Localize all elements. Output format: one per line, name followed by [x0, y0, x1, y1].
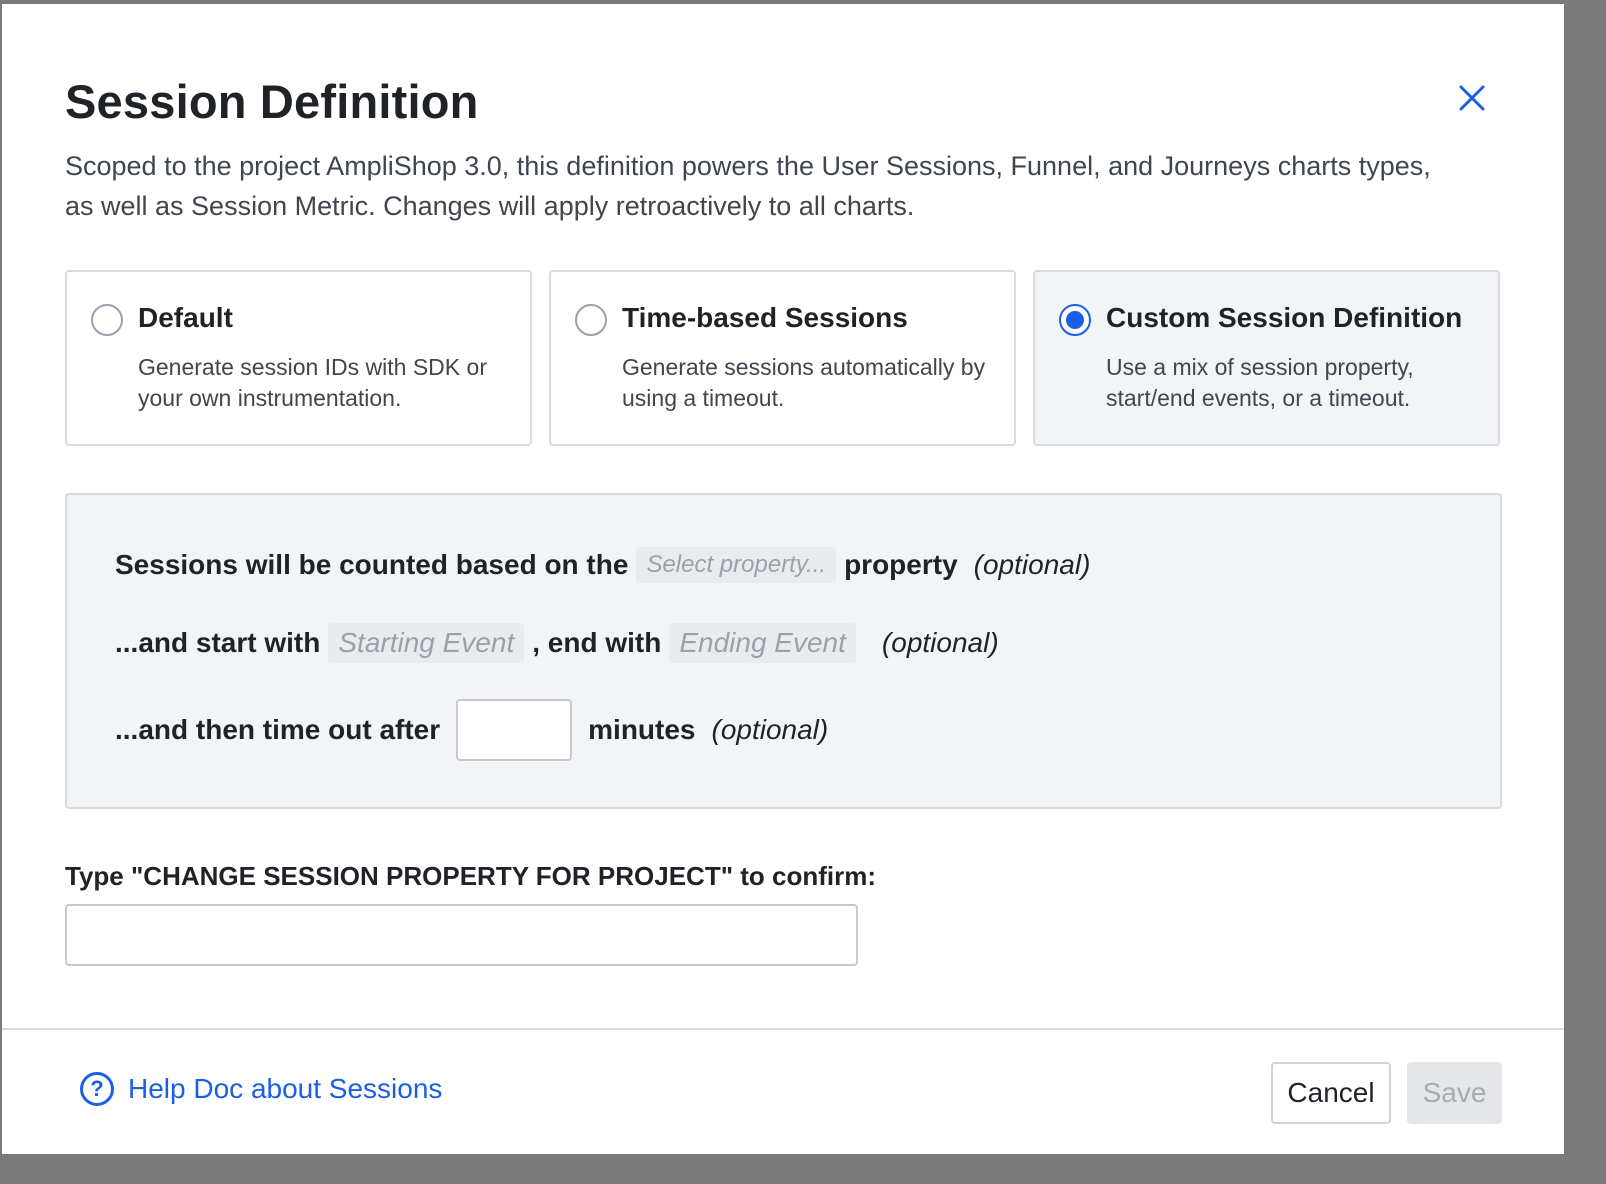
option-title: Default [138, 302, 233, 333]
close-button[interactable] [1452, 78, 1492, 118]
option-default[interactable]: Default Generate session IDs with SDK or… [65, 270, 532, 446]
timeout-row: ...and then time out after minutes (opti… [115, 699, 828, 761]
session-type-options: Default Generate session IDs with SDK or… [65, 270, 1502, 446]
close-icon [1459, 85, 1485, 111]
footer-divider [2, 1028, 1564, 1030]
confirm-input[interactable] [65, 904, 858, 966]
optional-tag: (optional) [881, 627, 999, 658]
timeout-minutes-input[interactable] [456, 699, 573, 761]
radio-time-based[interactable] [575, 304, 607, 336]
help-link-label: Help Doc about Sessions [128, 1073, 443, 1104]
option-title: Custom Session Definition [1106, 302, 1463, 333]
property-select[interactable]: Select property... [636, 547, 837, 583]
row-label: ...and then time out after [115, 714, 441, 745]
row-label: property [844, 549, 958, 580]
optional-tag: (optional) [711, 714, 829, 745]
custom-config-panel: Sessions will be counted based on the Se… [65, 493, 1502, 809]
option-description: Use a mix of session property, start/end… [1106, 354, 1414, 411]
radio-custom[interactable] [1059, 304, 1091, 336]
question-circle-icon: ? [80, 1072, 114, 1106]
row-label: minutes [588, 714, 696, 745]
option-time-based[interactable]: Time-based Sessions Generate sessions au… [549, 270, 1016, 446]
option-description: Generate session IDs with SDK or your ow… [138, 354, 487, 411]
session-definition-modal: Session Definition Scoped to the project… [2, 4, 1564, 1154]
help-doc-link[interactable]: ? Help Doc about Sessions [80, 1072, 442, 1106]
option-title: Time-based Sessions [622, 302, 908, 333]
row-label: , end with [532, 627, 662, 658]
ending-event-select[interactable]: Ending Event [669, 623, 856, 663]
option-description: Generate sessions automatically by using… [622, 354, 986, 411]
row-label: ...and start with [115, 627, 321, 658]
radio-default[interactable] [91, 304, 123, 336]
cancel-button[interactable]: Cancel [1271, 1062, 1391, 1124]
starting-event-select[interactable]: Starting Event [328, 623, 525, 663]
modal-description: Scoped to the project AmpliShop 3.0, thi… [65, 151, 1431, 221]
events-row: ...and start with Starting Event , end w… [115, 619, 999, 667]
confirm-label: Type "CHANGE SESSION PROPERTY FOR PROJEC… [65, 861, 877, 891]
modal-title: Session Definition [65, 75, 479, 128]
row-label: Sessions will be counted based on the [115, 549, 629, 580]
save-button[interactable]: Save [1407, 1062, 1502, 1124]
optional-tag: (optional) [973, 549, 1091, 580]
property-row: Sessions will be counted based on the Se… [115, 541, 1090, 589]
option-custom[interactable]: Custom Session Definition Use a mix of s… [1033, 270, 1500, 446]
